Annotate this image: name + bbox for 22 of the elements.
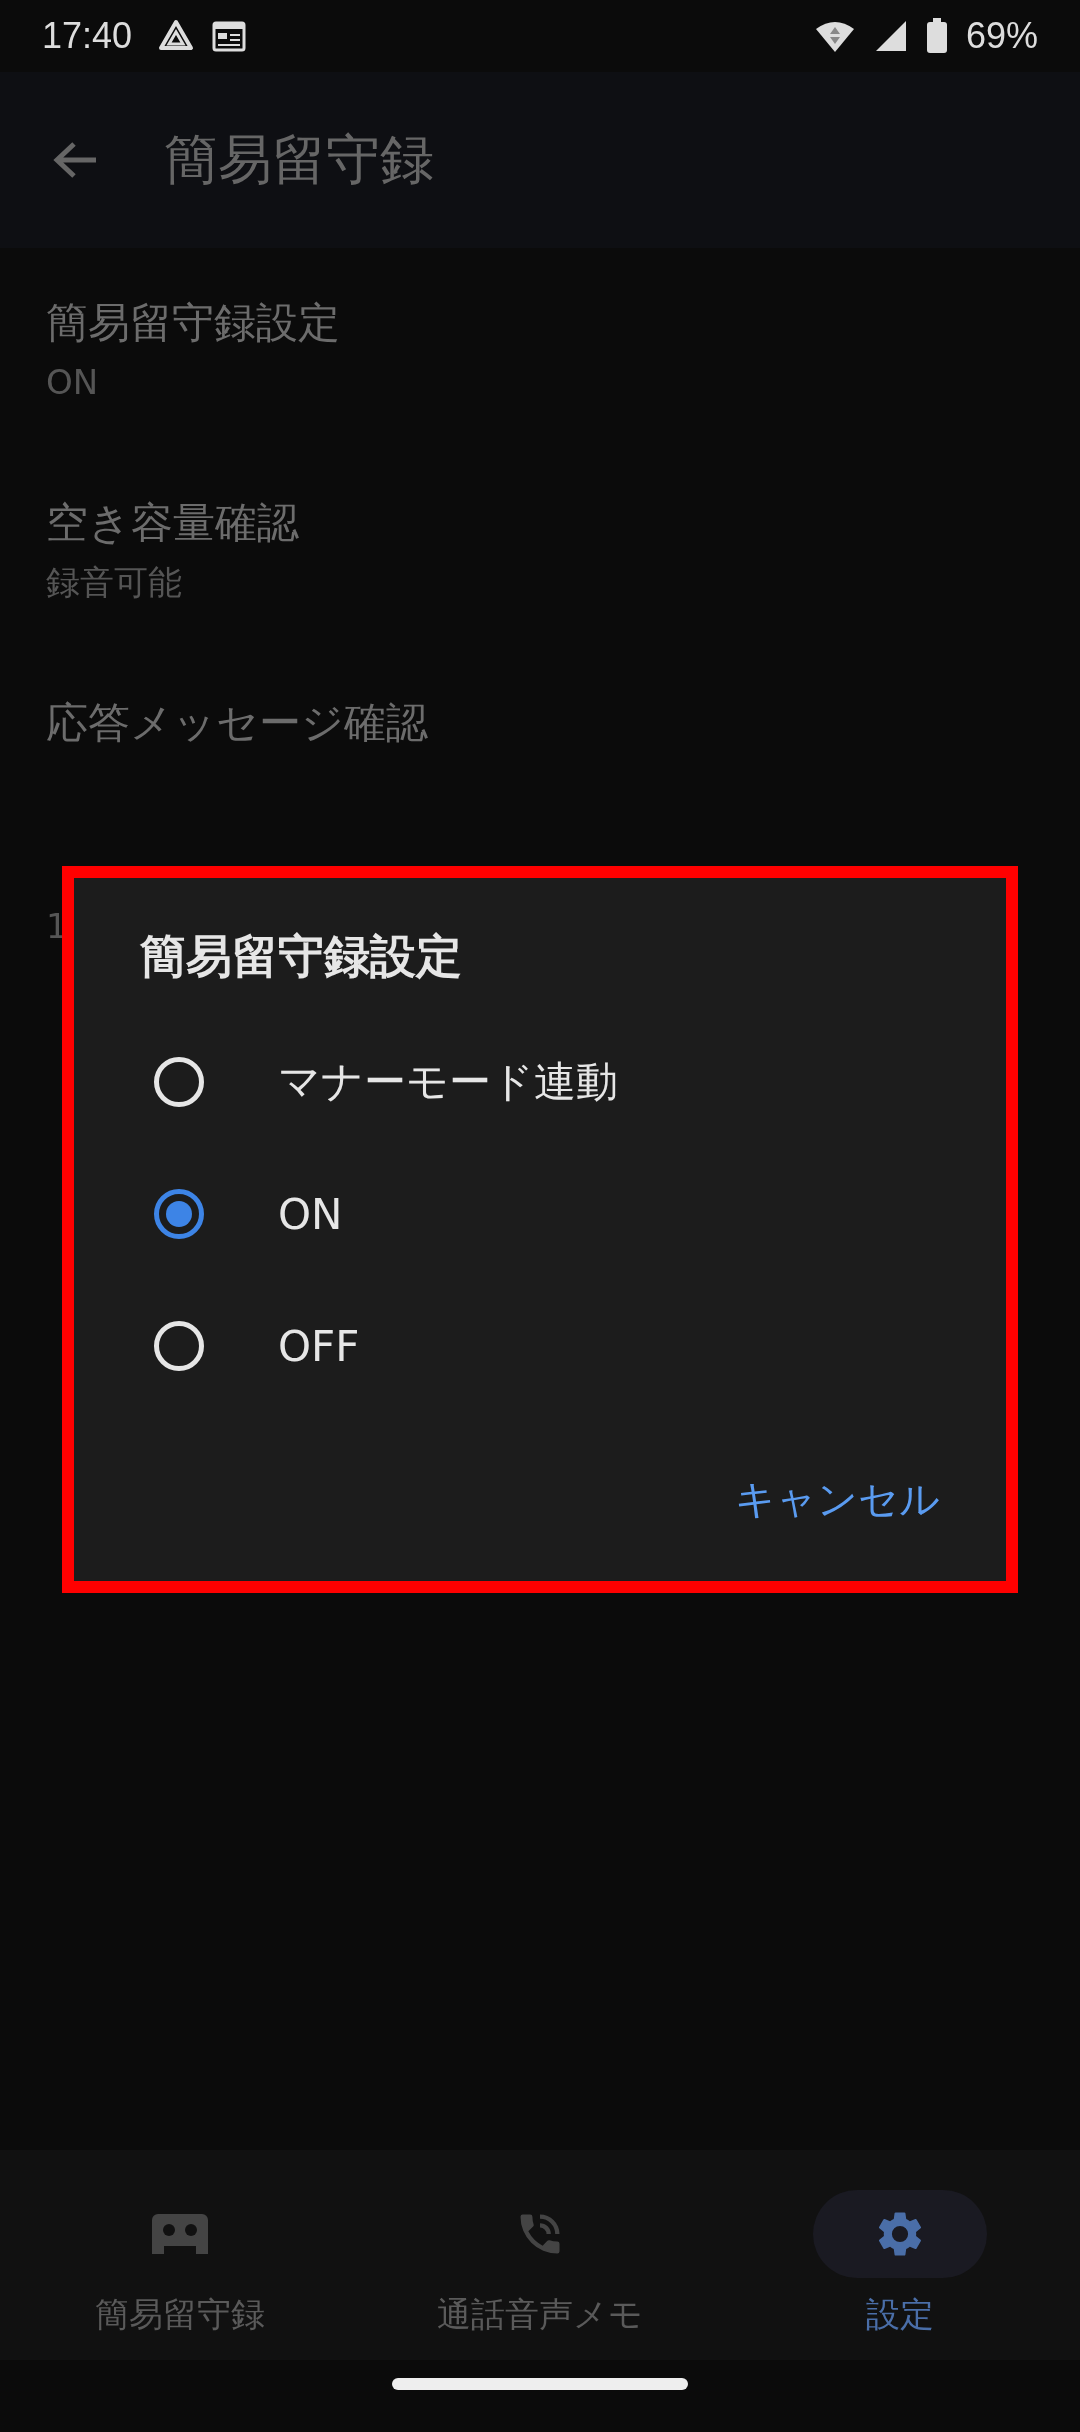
setting-title[interactable]: 簡易留守録設定 <box>46 292 340 354</box>
wifi-icon <box>813 19 856 53</box>
setting-title[interactable]: 空き容量確認 <box>46 492 299 554</box>
nav-label[interactable]: 設定 <box>866 2292 934 2338</box>
screen-title: 簡易留守録 <box>164 126 434 193</box>
option-label[interactable]: ON <box>278 1189 343 1239</box>
cancel-button[interactable]: キャンセル <box>735 1462 940 1537</box>
option-label[interactable]: マナーモード連動 <box>278 1054 618 1110</box>
battery-percent: 69% <box>965 15 1038 57</box>
status-time: 17:40 <box>42 15 133 57</box>
setting-value: 録音可能 <box>46 561 182 604</box>
option-label[interactable]: OFF <box>278 1321 360 1371</box>
dialog-title: 簡易留守録設定 <box>140 928 463 985</box>
battery-icon <box>925 18 948 54</box>
cassette-icon <box>152 2214 208 2254</box>
radio-button[interactable] <box>154 1189 204 1239</box>
nav-label[interactable]: 通話音声メモ <box>437 2292 643 2338</box>
setting-title[interactable]: 応答メッセージ確認 <box>46 692 428 754</box>
nav-label[interactable]: 簡易留守録 <box>95 2292 265 2338</box>
setting-value: ON <box>46 361 99 404</box>
back-icon[interactable] <box>52 140 98 180</box>
setting-value: 1 <box>46 905 68 948</box>
